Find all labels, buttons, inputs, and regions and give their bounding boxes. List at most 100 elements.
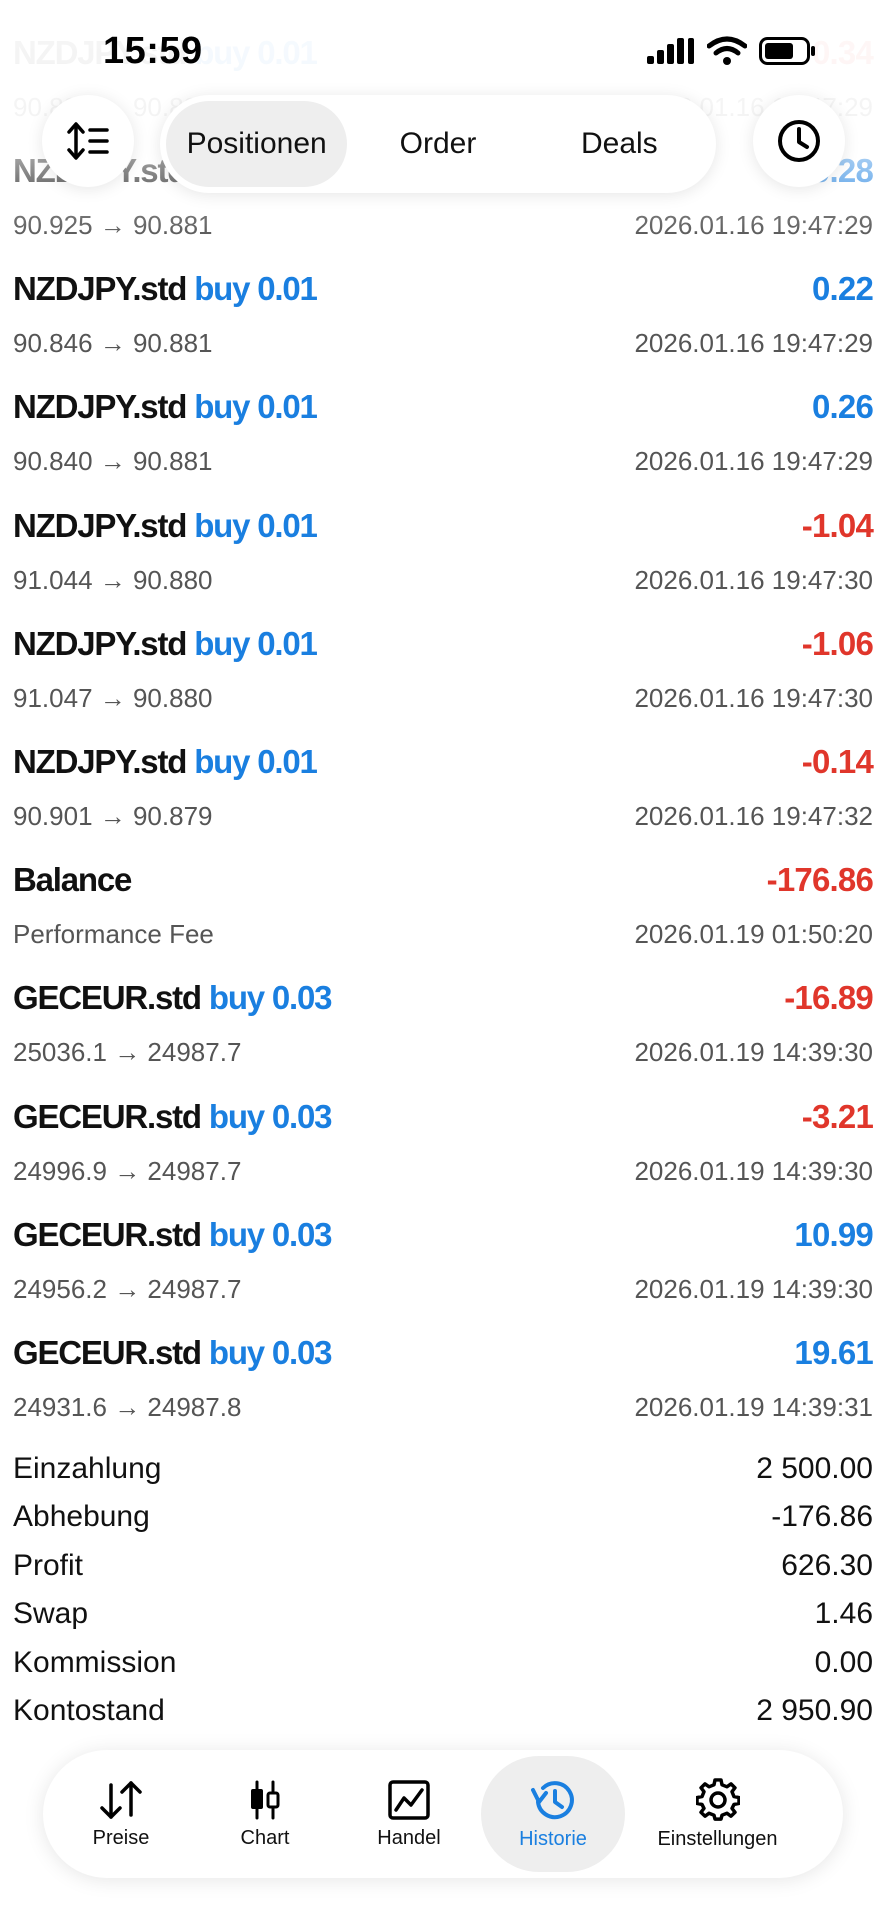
summary-value: 0.00 (814, 1645, 873, 1679)
price-range: 25036.1 → 24987.7 (13, 1037, 242, 1068)
direction: buy 0.03 (208, 1215, 333, 1253)
history-clock-icon (531, 1780, 574, 1819)
status-icons (647, 36, 817, 66)
summary-row: Kommission 0.00 (0, 1642, 887, 1690)
list-item[interactable]: GECEUR.std buy 0.03 -3.21 24996.9 → 24987.7… (0, 1090, 887, 1208)
nav-label: Preise (92, 1826, 150, 1849)
summary-label: Kommission (13, 1645, 177, 1679)
tab-deals[interactable]: Deals (529, 101, 710, 187)
nav-label: Handel (377, 1826, 441, 1849)
list-item[interactable]: NZDJPY.std buy 0.01 0.26 90.840 → 90.881 202… (0, 380, 887, 498)
direction: buy 0.03 (208, 979, 333, 1017)
profit-value: -3.21 (801, 1097, 874, 1135)
nav-preise[interactable]: Preise (49, 1756, 193, 1872)
arrows-updown-icon (100, 1780, 142, 1819)
summary-label: Abhebung (13, 1500, 150, 1534)
status-time: 15:59 (103, 30, 203, 72)
list-item[interactable]: GECEUR.std buy 0.03 19.61 24931.6 → 24987.8… (0, 1326, 887, 1444)
status-bar: 15:59 (0, 0, 887, 100)
symbol: Balance (13, 861, 132, 899)
timestamp: 2026.01.19 01:50:20 (634, 919, 873, 950)
period-button[interactable] (753, 95, 845, 187)
timestamp: 2026.01.19 14:39:30 (634, 1155, 873, 1186)
list-item[interactable]: GECEUR.std buy 0.03 -16.89 25036.1 → 24987.… (0, 971, 887, 1089)
direction: buy 0.01 (194, 506, 318, 544)
symbol: GECEUR.std (13, 1215, 202, 1253)
cellular-signal-icon (647, 38, 694, 64)
price-range: 24956.2 → 24987.7 (13, 1273, 242, 1304)
list-item[interactable]: NZDJPY.std buy 0.01 0.22 90.846 → 90.881 202… (0, 262, 887, 380)
gear-icon (695, 1777, 740, 1821)
profit-value: 10.99 (794, 1215, 873, 1253)
summary-row: Swap 1.46 (0, 1593, 887, 1641)
price-range: 24996.9 → 24987.7 (13, 1155, 242, 1186)
timestamp: 2026.01.16 19:47:29 (634, 328, 873, 359)
summary-value: 1.46 (814, 1597, 873, 1631)
symbol: NZDJPY.std (13, 388, 187, 426)
profit-value: -1.06 (801, 624, 874, 662)
summary-value: 2 500.00 (756, 1452, 873, 1485)
nav-historie[interactable]: Historie (481, 1756, 625, 1872)
summary-label: Swap (13, 1597, 89, 1631)
trade-chart-icon (388, 1779, 430, 1820)
bottom-nav: Preise Chart Handel Historie Einstellung… (43, 1750, 843, 1878)
symbol: GECEUR.std (13, 1097, 202, 1135)
summary-label: Einzahlung (13, 1452, 162, 1485)
direction: buy 0.01 (194, 388, 318, 426)
header-bar: Positionen Order Deals (0, 95, 887, 195)
profit-value: 0.26 (811, 388, 874, 426)
nav-einstellungen[interactable]: Einstellungen (625, 1756, 810, 1872)
timestamp: 2026.01.16 19:47:29 (634, 446, 873, 477)
nav-chart[interactable]: Chart (193, 1756, 337, 1872)
list-item[interactable]: GECEUR.std buy 0.03 10.99 24956.2 → 24987.7… (0, 1208, 887, 1326)
summary-value: -176.86 (771, 1500, 873, 1534)
symbol: NZDJPY.std (13, 624, 187, 662)
nav-label: Einstellungen (657, 1827, 778, 1850)
summary: Einzahlung 2 500.00 Abhebung -176.86 Profi… (0, 1448, 887, 1738)
price-range: Performance Fee (13, 919, 214, 950)
clock-icon (778, 120, 820, 162)
symbol: NZDJPY.std (13, 506, 187, 544)
list-item[interactable]: Balance -176.86 Performance Fee 2026.01.19 … (0, 853, 887, 971)
candlestick-icon (251, 1780, 280, 1819)
profit-value: -1.04 (801, 506, 874, 544)
price-range: 24931.6 → 24987.8 (13, 1392, 242, 1422)
price-range: 91.047 → 90.880 (13, 682, 213, 713)
segmented-control: Positionen Order Deals (160, 95, 716, 193)
price-range: 90.925 → 90.881 (13, 210, 213, 240)
profit-value: -16.89 (784, 979, 874, 1017)
battery-icon (759, 37, 815, 65)
timestamp: 2026.01.19 14:39:31 (634, 1392, 873, 1422)
timestamp: 2026.01.16 19:47:32 (634, 801, 873, 831)
direction: buy 0.01 (194, 624, 318, 662)
summary-row: Abhebung -176.86 (0, 1496, 887, 1544)
summary-label: Profit (13, 1548, 84, 1582)
price-range: 90.840 → 90.881 (13, 446, 213, 477)
tab-positionen[interactable]: Positionen (166, 101, 348, 187)
nav-label: Historie (519, 1827, 587, 1850)
tab-order[interactable]: Order (347, 101, 528, 187)
price-range: 90.901 → 90.879 (13, 801, 213, 831)
symbol: GECEUR.std (13, 1334, 202, 1371)
nav-handel[interactable]: Handel (337, 1756, 481, 1872)
timestamp: 2026.01.16 19:47:29 (634, 210, 873, 240)
direction: buy 0.03 (208, 1097, 333, 1135)
symbol: GECEUR.std (13, 979, 202, 1017)
timestamp: 2026.01.16 19:47:30 (634, 564, 873, 595)
wifi-icon (707, 36, 747, 65)
sort-button[interactable] (42, 95, 134, 187)
price-range: 91.044 → 90.880 (13, 564, 213, 595)
sort-icon (67, 122, 109, 160)
timestamp: 2026.01.19 14:39:30 (634, 1273, 873, 1304)
profit-value: 0.22 (811, 270, 874, 308)
timestamp: 2026.01.19 14:39:30 (634, 1037, 873, 1068)
profit-value: 19.61 (794, 1334, 873, 1371)
direction: buy 0.01 (194, 270, 318, 308)
list-item[interactable]: NZDJPY.std buy 0.01 -0.14 90.901 → 90.879 20… (0, 735, 887, 853)
direction: buy 0.01 (194, 743, 318, 780)
list-item[interactable]: NZDJPY.std buy 0.01 -1.06 91.047 → 90.880 20… (0, 617, 887, 735)
nav-label: Chart (240, 1826, 290, 1849)
list-item[interactable]: NZDJPY.std buy 0.01 -1.04 91.044 → 90.880 20… (0, 499, 887, 617)
symbol: NZDJPY.std (13, 743, 187, 780)
price-range: 90.846 → 90.881 (13, 328, 213, 359)
